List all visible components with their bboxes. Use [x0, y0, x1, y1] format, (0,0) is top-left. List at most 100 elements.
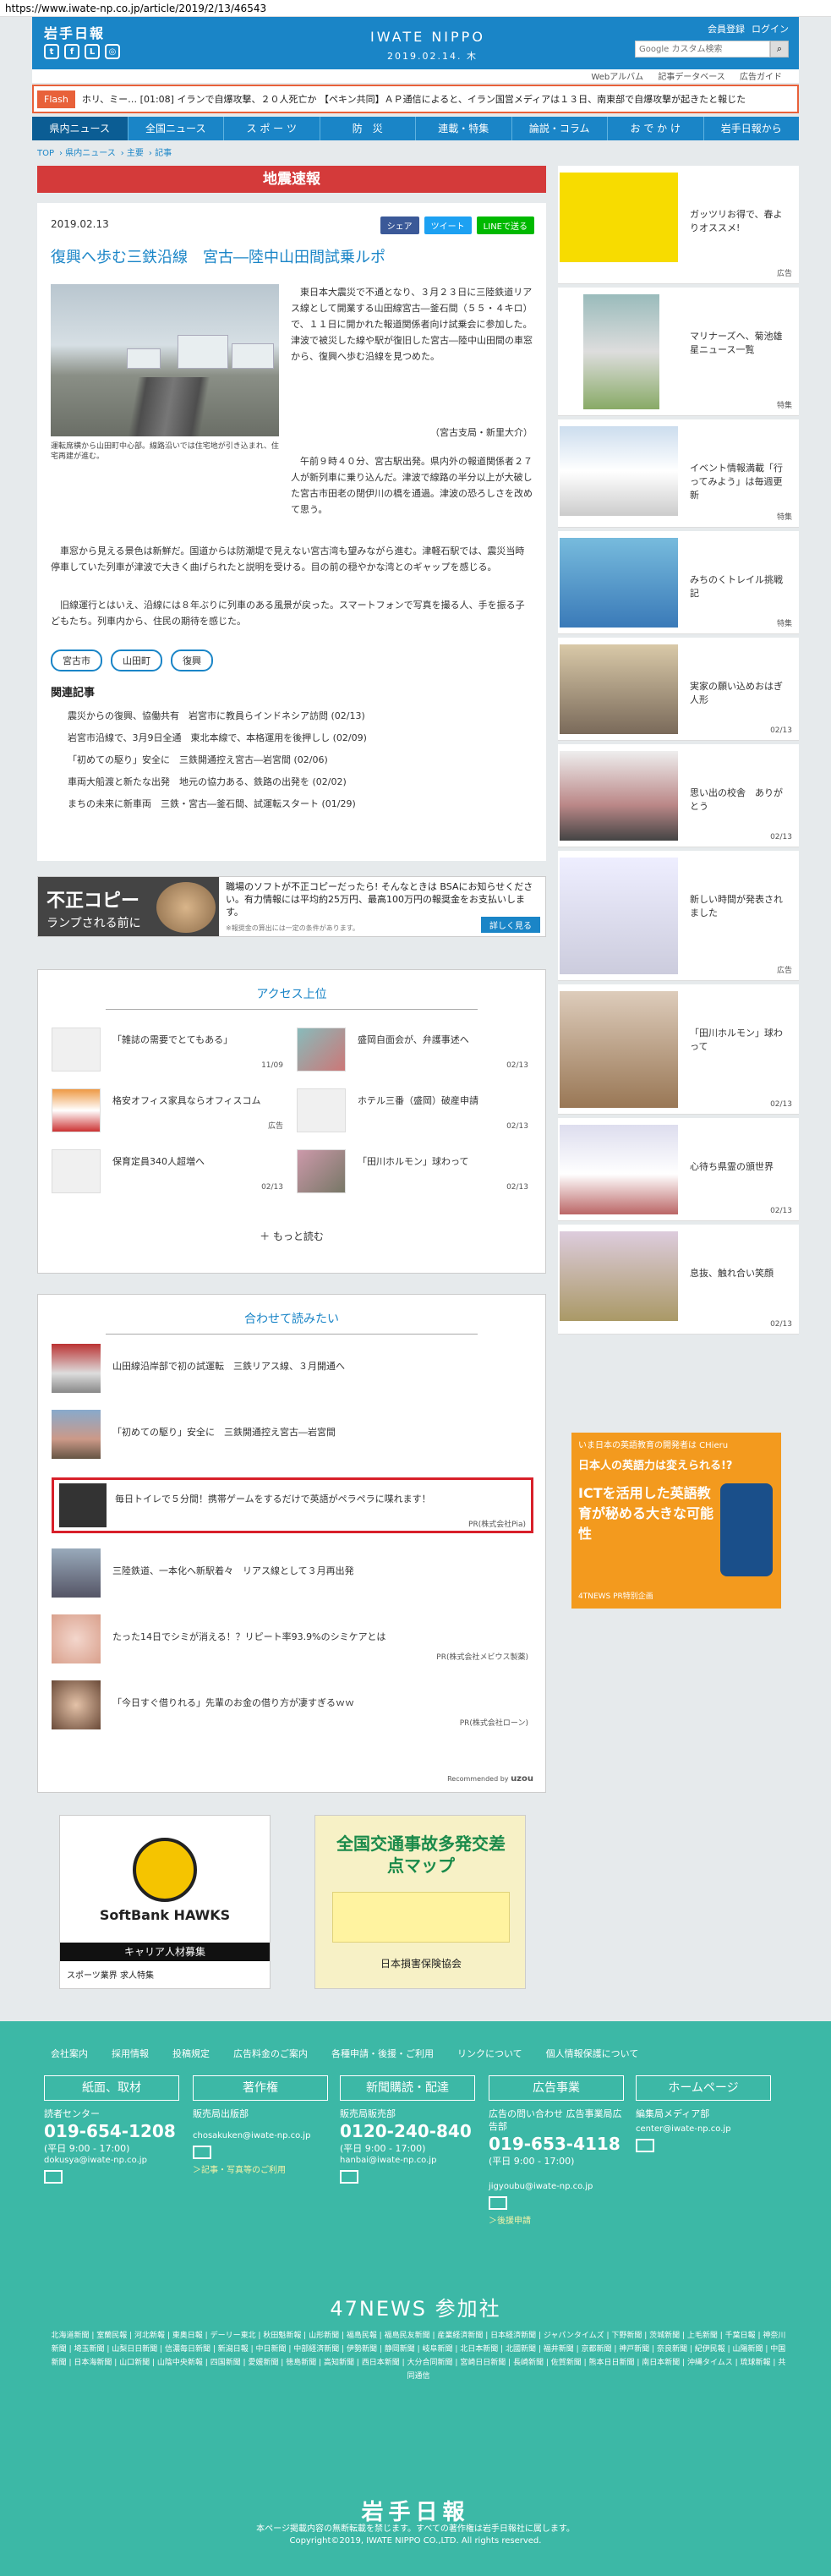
site-logo[interactable]: IWATE NIPPO: [370, 29, 485, 45]
ranking-item[interactable]: 「田川ホルモン」球わって 02/13: [297, 1146, 533, 1197]
sidebar-item[interactable]: 息抜、触れ合い笑顔 02/13: [558, 1225, 799, 1335]
flash-label: Flash: [37, 90, 75, 108]
read-more-button[interactable]: ＋ もっと読む: [38, 1229, 545, 1243]
line-share-button[interactable]: LINEで送る: [476, 216, 534, 234]
breadcrumb-item[interactable]: 主要: [127, 149, 144, 158]
footer-link[interactable]: 採用情報: [112, 2047, 149, 2060]
recommend-thumb: [52, 1344, 101, 1393]
sidebar-item-title: 心待ち県霊の頒世界: [690, 1161, 774, 1172]
email-link[interactable]: hanbai@iwate-np.co.jp: [340, 2155, 475, 2167]
recommend-item[interactable]: 三陸鉄道、一本化へ新駅着々 リアス線として３月再出発: [52, 1548, 533, 1598]
member-register-link[interactable]: 会員登録: [708, 22, 745, 36]
ad-detail-button[interactable]: 詳しく見る: [481, 917, 540, 933]
recommend-item[interactable]: 「今日すぐ借りれる」先輩のお金の借り方が凄すぎるｗｗ PR(株式会社ローン): [52, 1680, 533, 1729]
email-link[interactable]: jigyoubu@iwate-np.co.jp: [489, 2181, 624, 2193]
recommend-item[interactable]: たった14日でシミが消える！？リピート率93.9%のシミケアとは PR(株式会社…: [52, 1614, 533, 1663]
ranking-item[interactable]: 保育定員340人超増へ 02/13: [52, 1146, 288, 1197]
footer-note-link[interactable]: ＞記事・写真等のご利用: [193, 2162, 328, 2175]
ad-subhead: ランプされる前に: [46, 917, 141, 930]
earthquake-banner[interactable]: 地震速報: [37, 166, 546, 193]
partner-newspapers[interactable]: 北海道新聞 | 室蘭民報 | 河北新報 | 東奥日報 | デーリー東北 | 秋田…: [51, 2329, 786, 2383]
footer-logo[interactable]: 岩手日報: [0, 2495, 831, 2526]
sidebar-item[interactable]: 思い出の校舎 ありがとう 02/13: [558, 744, 799, 847]
sidebar-item[interactable]: マリナーズへ、菊池雄星ニュース一覧 特集: [558, 288, 799, 416]
related-article-link[interactable]: 「初めての駆り」安全に 三鉄開通控え宮古―岩宮間 (02/06): [68, 749, 541, 771]
sub-link[interactable]: Webアルバム: [591, 73, 643, 82]
instagram-icon[interactable]: ◎: [105, 44, 120, 59]
nav-item-series[interactable]: 連載・特集: [416, 117, 512, 140]
footer-link[interactable]: 投稿規定: [172, 2047, 210, 2060]
footer-note-link[interactable]: ＞後援申請: [489, 2213, 624, 2226]
recommend-footer[interactable]: Recommended by uzou: [447, 1774, 533, 1784]
nav-item-disaster[interactable]: 防 災: [320, 117, 416, 140]
sidebar-item[interactable]: みちのくトレイル挑戦記 特集: [558, 531, 799, 634]
sidebar-item[interactable]: ガッツリお得で、春よりオススメ! 広告: [558, 166, 799, 284]
footer-link[interactable]: 会社案内: [51, 2047, 88, 2060]
softbank-hawks-ad[interactable]: SoftBank HAWKS キャリア人材募集 スポーツ業界 求人特集: [59, 1815, 271, 1989]
twitter-icon[interactable]: t: [44, 44, 59, 59]
sidebar-item[interactable]: 「田川ホルモン」球わって 02/13: [558, 984, 799, 1115]
ranking-item[interactable]: 格安オフィス家具ならオフィスコム 広告: [52, 1085, 288, 1136]
related-article-link[interactable]: 震災からの復興、協働共有 岩宮市に教員らインドネシア訪問 (02/13): [68, 705, 541, 727]
sub-link[interactable]: 記事データベース: [658, 73, 725, 82]
related-article-link[interactable]: 岩宮市沿線で、3月9日全通 東北本線で、本格運用を後押しし (02/09): [68, 727, 541, 749]
search-button[interactable]: ⌕: [770, 41, 789, 58]
footer-col-head[interactable]: 広告事業: [489, 2075, 624, 2101]
footer-link[interactable]: 個人情報保護について: [546, 2047, 639, 2060]
article-photo[interactable]: [51, 284, 279, 436]
email-link[interactable]: center@iwate-np.co.jp: [636, 2124, 771, 2135]
url-bar[interactable]: https://www.iwate-np.co.jp/article/2019/…: [0, 0, 831, 17]
breadcrumb-item[interactable]: TOP: [37, 149, 54, 158]
sidebar-item[interactable]: 新しい時間が発表されました 広告: [558, 851, 799, 981]
login-link[interactable]: ログイン: [752, 22, 789, 36]
footer-col-head[interactable]: ホームページ: [636, 2075, 771, 2101]
phone-number[interactable]: 019-654-1208: [44, 2120, 179, 2142]
related-article-link[interactable]: 車両大船渡と新たな出発 地元の協力ある、鉄路の出発を (02/02): [68, 771, 541, 793]
recommend-title: 合わせて読みたい: [244, 1313, 339, 1326]
recommend-item[interactable]: 「初めての駆り」安全に 三鉄開通控え宮古―岩宮間: [52, 1410, 533, 1459]
flash-text[interactable]: ホリ、ミー… [01:08] イランで自爆攻撃、２０人死亡か 【ペキン共同】ＡＰ…: [82, 92, 746, 106]
nav-item-outing[interactable]: お で か け: [608, 117, 704, 140]
nav-item-sports[interactable]: ス ポ ー ツ: [224, 117, 320, 140]
ad-banner[interactable]: 不正コピー ランプされる前に 職場のソフトが不正コピーだったら! そんなときは …: [37, 876, 546, 937]
sub-link[interactable]: 広告ガイド: [740, 73, 782, 82]
footer-link[interactable]: リンクについて: [457, 2047, 522, 2060]
breadcrumb-item[interactable]: 県内ニュース: [65, 149, 116, 158]
sidebar-item[interactable]: イベント情報満載「行ってみよう」は毎週更新 特集: [558, 419, 799, 528]
ranking-item[interactable]: 盛岡自面会が、弁護事述へ 02/13: [297, 1024, 533, 1075]
tweet-button[interactable]: ツイート: [424, 216, 472, 234]
search-input[interactable]: [635, 41, 770, 58]
email-link[interactable]: dokusya@iwate-np.co.jp: [44, 2155, 179, 2167]
tag-link[interactable]: 宮古市: [51, 649, 102, 671]
side-ad-chieru[interactable]: いま日本の英語教育の開発者は CHieru 日本人の英語力は変えられる!? IC…: [571, 1433, 781, 1609]
facebook-icon[interactable]: f: [64, 44, 79, 59]
footer-col-head[interactable]: 著作権: [193, 2075, 328, 2101]
line-icon[interactable]: L: [85, 44, 100, 59]
brand-name[interactable]: 岩手日報: [44, 22, 105, 42]
nav-item-from-nippo[interactable]: 岩手日報から: [704, 117, 800, 140]
recommend-item[interactable]: 山田線沿岸部で初の試運転 三鉄リアス線、３月開通へ: [52, 1344, 533, 1393]
tag-link[interactable]: 復興: [171, 649, 213, 671]
related-article-link[interactable]: まちの未来に新車両 三鉄・宮古―釜石間、試運転スタート (01/29): [68, 793, 541, 815]
ranking-item[interactable]: 「雑誌の需要でとてもある」 11/09: [52, 1024, 288, 1075]
sidebar-item[interactable]: 心待ち県霊の頒世界 02/13: [558, 1118, 799, 1221]
nav-item-national-news[interactable]: 全国ニュース: [128, 117, 224, 140]
nav-item-column[interactable]: 論説・コラム: [512, 117, 608, 140]
sidebar-item[interactable]: 実家の願い込めおはぎ人形 02/13: [558, 638, 799, 741]
phone-number[interactable]: 0120-240-840: [340, 2120, 475, 2142]
ranking-thumb: [52, 1149, 101, 1193]
map-image: [332, 1892, 510, 1943]
footer-col-head[interactable]: 紙面、取材: [44, 2075, 179, 2101]
facebook-share-button[interactable]: シェア: [380, 216, 419, 234]
footer-link[interactable]: 各種申請・後援・ご利用: [331, 2047, 434, 2060]
main-nav: 県内ニュース 全国ニュース ス ポ ー ツ 防 災 連載・特集 論説・コラム お…: [32, 117, 799, 140]
traffic-accident-map-ad[interactable]: 全国交通事故多発交差点マップ 日本損害保険協会: [314, 1815, 526, 1989]
nav-item-local-news[interactable]: 県内ニュース: [32, 117, 128, 140]
ranking-item[interactable]: ホテル三番（盛岡）破産申請 02/13: [297, 1085, 533, 1136]
email-link[interactable]: chosakuken@iwate-np.co.jp: [193, 2130, 328, 2142]
footer-link[interactable]: 広告料金のご案内: [233, 2047, 308, 2060]
tag-link[interactable]: 山田町: [111, 649, 162, 671]
recommend-item[interactable]: 毎日トイレで５分間！携帯ゲームをするだけで英語がペラペラに喋れます！ PR(株式…: [52, 1477, 533, 1533]
footer-col-head[interactable]: 新聞購読・配達: [340, 2075, 475, 2101]
phone-number[interactable]: 019-653-4118: [489, 2133, 624, 2155]
